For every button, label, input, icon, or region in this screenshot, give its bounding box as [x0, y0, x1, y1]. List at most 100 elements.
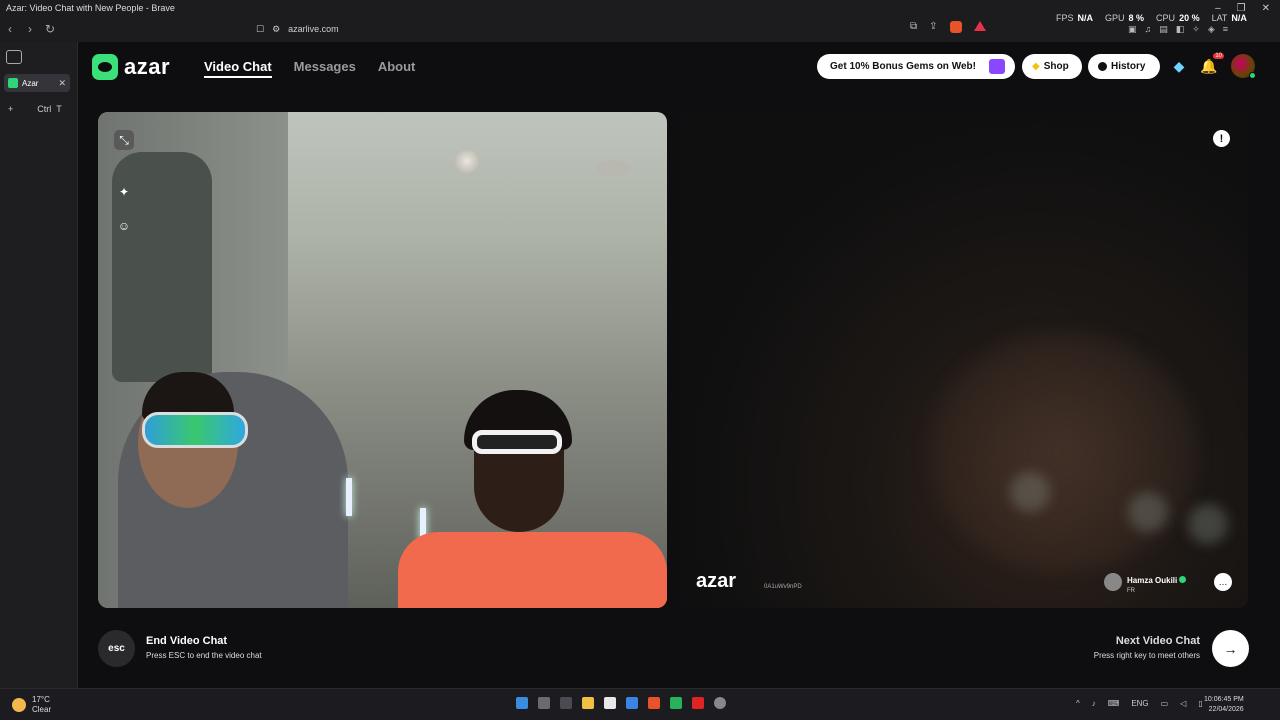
clock-time: 10:06:45 PM: [1204, 696, 1244, 703]
logo-text: azar: [124, 54, 171, 79]
report-icon[interactable]: !: [1213, 130, 1230, 147]
url-text[interactable]: azarlive.com: [288, 24, 339, 34]
settings-icon[interactable]: [714, 697, 726, 709]
new-tab-shortcut-key: T: [56, 104, 62, 114]
azar-logo-icon: [92, 54, 118, 80]
site-info-icon[interactable]: ⚙: [272, 24, 280, 35]
notification-bell-icon[interactable]: 🔔 10: [1200, 53, 1224, 76]
peer-profile[interactable]: Hamza Oukili FR: [1104, 570, 1187, 594]
minimize-icon[interactable]: –: [1215, 3, 1221, 14]
microphone-icon[interactable]: ♪: [1092, 699, 1096, 708]
music-icon[interactable]: ♫: [1145, 24, 1152, 35]
new-tab-shortcut-ctrl: Ctrl: [37, 104, 52, 114]
extensions-icon[interactable]: ✧: [1192, 24, 1200, 35]
azar-logo[interactable]: azar: [92, 54, 170, 80]
clock-date: 22/04/2026: [1208, 706, 1244, 713]
gem-icon: ◆: [1032, 61, 1040, 72]
temperature: 17°C: [32, 695, 50, 704]
end-chat-title: End Video Chat: [146, 635, 228, 647]
brave-icon[interactable]: [648, 697, 660, 709]
face-effect-icon[interactable]: ☺: [114, 216, 134, 236]
vpn-icon[interactable]: ◈: [1208, 24, 1215, 35]
reload-icon[interactable]: ↻: [40, 22, 60, 36]
plus-icon: +: [8, 104, 14, 114]
main-nav: Video Chat Messages About: [204, 59, 415, 78]
fps-value: N/A: [1077, 13, 1094, 23]
system-clock[interactable]: 10:06:45 PM 22/04/2026: [1204, 695, 1244, 715]
notes-icon[interactable]: [604, 697, 616, 709]
vertical-tabs-sidebar: Azar ✕ + Ctrl T: [0, 42, 78, 688]
window-title: Azar: Video Chat with New People - Brave: [6, 3, 175, 13]
nav-about[interactable]: About: [378, 59, 416, 78]
peer-avatar: [1104, 573, 1122, 591]
azar-favicon-icon: [8, 78, 18, 88]
verified-icon: [1179, 576, 1187, 583]
promo-text: Get 10% Bonus Gems on Web!: [830, 61, 976, 72]
reader-icon[interactable]: ▤: [1159, 24, 1168, 35]
app-icon[interactable]: [560, 697, 572, 709]
network-icon[interactable]: ▭: [1161, 699, 1169, 708]
user-avatar[interactable]: [1231, 54, 1256, 79]
peer-country: FR: [1127, 588, 1135, 594]
next-chat-title: Next Video Chat: [1115, 635, 1200, 647]
magic-wand-filter-icon[interactable]: ✦: [114, 182, 134, 202]
nav-messages[interactable]: Messages: [294, 59, 356, 78]
collapse-video-icon[interactable]: ⤡: [114, 130, 134, 150]
youtube-icon[interactable]: [692, 697, 704, 709]
chat-bubble-icon[interactable]: …: [1214, 573, 1232, 591]
volume-icon[interactable]: ◁: [1180, 699, 1186, 708]
tab-azar[interactable]: Azar ✕: [4, 74, 70, 92]
fps-label: FPS: [1056, 13, 1074, 23]
nav-video-chat[interactable]: Video Chat: [204, 59, 272, 78]
azar-page: azar Video Chat Messages About Get 10% B…: [78, 42, 1280, 688]
battery-icon[interactable]: ▯: [1198, 699, 1202, 708]
gpu-label: GPU: [1105, 13, 1125, 23]
history-icon: [1098, 62, 1107, 71]
close-window-icon[interactable]: ✕: [1262, 3, 1270, 14]
bookmark-icon[interactable]: ☐: [256, 24, 264, 35]
sidebar-toggle-icon[interactable]: [6, 50, 22, 64]
cpu-value: 20 %: [1179, 13, 1200, 23]
history-label: History: [1111, 61, 1146, 72]
self-video-feed: ⤡ ✦ ☺: [98, 112, 667, 608]
gem-wallet-icon[interactable]: ◆: [1170, 58, 1188, 76]
file-explorer-icon[interactable]: [582, 697, 594, 709]
address-field[interactable]: ☐ ⚙ azarlive.com: [256, 24, 339, 35]
tray-expand-icon[interactable]: ^: [1076, 699, 1080, 708]
task-view-icon[interactable]: [538, 697, 550, 709]
close-tab-icon[interactable]: ✕: [58, 78, 66, 89]
sidebar-panel-icon[interactable]: ◧: [1176, 24, 1185, 35]
peer-video-feed: ! azar 0A1uWv9nPD Hamza Oukili FR …: [680, 112, 1248, 608]
next-chat-button[interactable]: →: [1212, 630, 1249, 667]
open-external-icon[interactable]: ⧉: [910, 21, 917, 33]
history-button[interactable]: History: [1088, 54, 1160, 79]
browser-extension-icons: ▣ ♫ ▤ ◧ ✧ ◈ ≡: [1128, 24, 1228, 35]
edge-icon[interactable]: [626, 697, 638, 709]
gpu-value: 8 %: [1128, 13, 1145, 23]
language-indicator[interactable]: ENG: [1131, 699, 1148, 708]
bonus-gems-promo-button[interactable]: Get 10% Bonus Gems on Web!: [817, 54, 1015, 79]
new-tab-button[interactable]: + Ctrl T: [8, 104, 62, 114]
back-icon[interactable]: ‹: [0, 22, 20, 36]
weather-widget[interactable]: 17°C Clear: [12, 695, 51, 715]
maximize-icon[interactable]: ❐: [1237, 3, 1246, 14]
peer-watermark-logo: azar: [696, 570, 737, 592]
end-chat-button[interactable]: esc: [98, 630, 135, 667]
windows-taskbar: 17°C Clear ^ ♪ ⌨ ENG ▭ ◁ ▯ 10:06:45 PM 2…: [0, 688, 1280, 720]
peer-name: Hamza Oukili: [1127, 576, 1178, 585]
end-chat-subtitle: Press ESC to end the video chat: [146, 651, 262, 660]
forward-icon[interactable]: ›: [20, 22, 40, 36]
share-icon[interactable]: ⇪: [929, 21, 937, 33]
start-icon[interactable]: [516, 697, 528, 709]
screenshot-icon[interactable]: ▣: [1128, 24, 1137, 35]
spreadsheet-icon[interactable]: [670, 697, 682, 709]
menu-icon[interactable]: ≡: [1223, 24, 1228, 35]
brave-shields-icon[interactable]: [949, 21, 962, 33]
brave-rewards-icon[interactable]: [973, 21, 986, 31]
shop-button[interactable]: ◆ Shop: [1022, 54, 1082, 79]
cpu-label: CPU: [1156, 13, 1176, 23]
taskbar-apps: [516, 697, 726, 709]
keyboard-icon[interactable]: ⌨: [1108, 699, 1120, 708]
shop-label: Shop: [1043, 61, 1069, 72]
gift-icon: [989, 59, 1005, 74]
